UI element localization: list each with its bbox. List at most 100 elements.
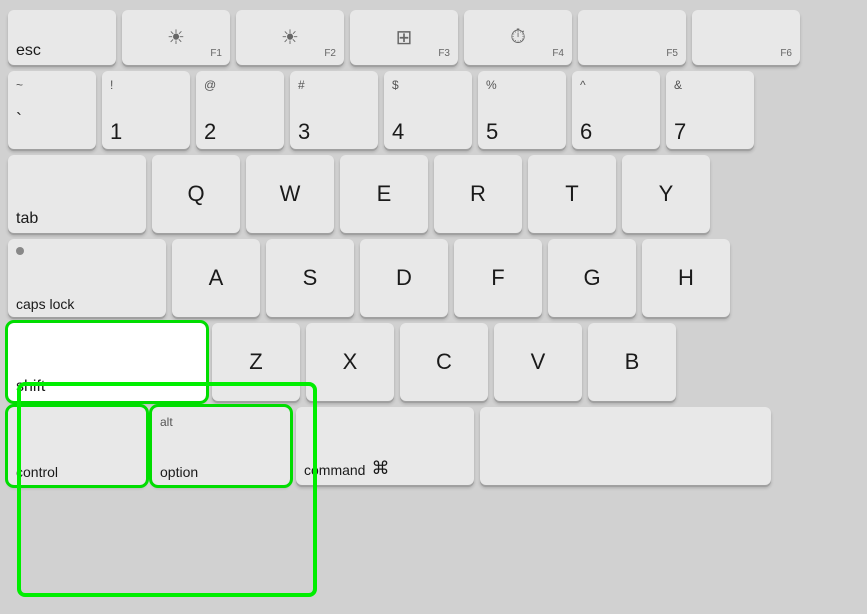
key-space[interactable] [480,407,771,485]
key-1[interactable]: ! 1 [102,71,190,149]
f4-label: F4 [552,48,564,59]
key1-top: ! [110,78,113,92]
key-f3[interactable]: ⊞ F3 [350,10,458,65]
f5-label: F5 [666,48,678,59]
row-zxcv: shift Z X C V B [8,323,859,401]
f4-icon: ⏱ [510,26,526,49]
a-label: A [209,267,224,289]
key-tilde[interactable]: ~ ` [8,71,96,149]
key4-main: 4 [392,121,464,143]
key-v[interactable]: V [494,323,582,401]
key-capslock[interactable]: caps lock [8,239,166,317]
key-2[interactable]: @ 2 [196,71,284,149]
row-bottom: control alt option command ⌘ [8,407,859,485]
key-4[interactable]: $ 4 [384,71,472,149]
key4-top: $ [392,78,399,92]
key-g[interactable]: G [548,239,636,317]
bottom-row-spacer [777,407,859,485]
key-a[interactable]: A [172,239,260,317]
key-d[interactable]: D [360,239,448,317]
zxcv-row-spacer [682,323,859,401]
key-z[interactable]: Z [212,323,300,401]
f-label: F [491,267,504,289]
tilde-main: ` [16,111,22,129]
key-6[interactable]: ^ 6 [572,71,660,149]
key-e[interactable]: E [340,155,428,233]
key-esc[interactable]: esc [8,10,116,65]
key-q[interactable]: Q [152,155,240,233]
h-label: H [678,267,694,289]
key-f2[interactable]: ☀ F2 [236,10,344,65]
f3-icon: ⊞ [396,25,413,50]
key-t[interactable]: T [528,155,616,233]
key-3[interactable]: # 3 [290,71,378,149]
num-row-spacer [760,71,859,149]
t-label: T [565,183,578,205]
key5-top: % [486,78,497,92]
row-asdf: caps lock A S D F G H [8,239,859,317]
command-symbol: ⌘ [371,459,389,477]
key-r[interactable]: R [434,155,522,233]
key-option[interactable]: alt option [152,407,290,485]
key-command[interactable]: command ⌘ [296,407,474,485]
x-label: X [343,351,358,373]
c-label: C [436,351,452,373]
key7-top: & [674,78,682,92]
v-label: V [531,351,546,373]
key6-main: 6 [580,121,652,143]
y-label: Y [659,183,674,205]
f3-label: F3 [438,48,450,59]
capslock-label: caps lock [16,297,158,311]
row-num: ~ ` ! 1 @ 2 # 3 $ 4 % 5 [8,71,859,149]
r-label: R [470,183,486,205]
tilde-top: ~ [16,78,23,92]
command-label: command [304,463,365,477]
f2-icon: ☀ [281,25,299,50]
key1-main: 1 [110,121,182,143]
key6-top: ^ [580,78,586,92]
q-label: Q [187,183,204,205]
key-h[interactable]: H [642,239,730,317]
key3-top: # [298,78,305,92]
key2-main: 2 [204,121,276,143]
key-shift-left[interactable]: shift [8,323,206,401]
asdf-row-spacer [736,239,859,317]
keyboard-outer: esc ☀ F1 ☀ F2 ⊞ F3 ⏱ F4 F5 F6 [0,0,867,614]
caps-lock-led [16,247,24,255]
control-label: control [16,465,138,479]
key-5[interactable]: % 5 [478,71,566,149]
f2-label: F2 [324,48,336,59]
tab-label: tab [16,211,138,227]
option-label: option [160,465,282,479]
key3-main: 3 [298,121,370,143]
key-x[interactable]: X [306,323,394,401]
key-c[interactable]: C [400,323,488,401]
key-b[interactable]: B [588,323,676,401]
key-f1[interactable]: ☀ F1 [122,10,230,65]
row-fn: esc ☀ F1 ☀ F2 ⊞ F3 ⏱ F4 F5 F6 [8,10,859,65]
esc-label: esc [16,43,108,59]
key-w[interactable]: W [246,155,334,233]
f6-label: F6 [780,48,792,59]
key-tab[interactable]: tab [8,155,146,233]
key7-main: 7 [674,121,746,143]
key-s[interactable]: S [266,239,354,317]
key5-main: 5 [486,121,558,143]
alt-label: alt [160,415,173,429]
s-label: S [303,267,318,289]
key-f6[interactable]: F6 [692,10,800,65]
key-7[interactable]: & 7 [666,71,754,149]
key-f[interactable]: F [454,239,542,317]
key2-top: @ [204,78,216,92]
key-y[interactable]: Y [622,155,710,233]
z-label: Z [249,351,262,373]
qwerty-row-spacer [716,155,859,233]
w-label: W [280,183,301,205]
b-label: B [625,351,640,373]
f1-label: F1 [210,48,222,59]
f1-icon: ☀ [167,25,185,50]
key-f4[interactable]: ⏱ F4 [464,10,572,65]
g-label: G [583,267,600,289]
key-control[interactable]: control [8,407,146,485]
key-f5[interactable]: F5 [578,10,686,65]
